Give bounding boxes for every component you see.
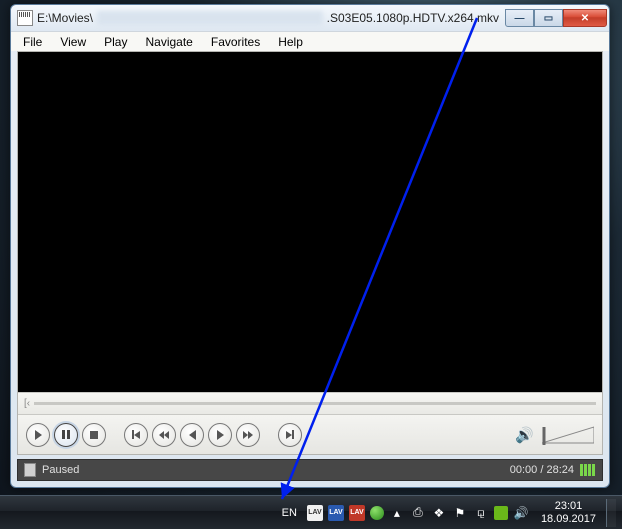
status-bar: Paused 00:00 / 28:24 bbox=[17, 459, 603, 481]
minimize-icon: — bbox=[515, 13, 525, 24]
close-button[interactable]: ✕ bbox=[563, 9, 607, 27]
media-player-window: E:\Movies\ .S03E05.1080p.HDTV.x264.mkv —… bbox=[10, 4, 610, 488]
lav-splitter-icon[interactable]: LAV bbox=[307, 505, 323, 521]
fast-forward-button[interactable] bbox=[236, 423, 260, 447]
stop-button[interactable] bbox=[82, 423, 106, 447]
menu-navigate[interactable]: Navigate bbox=[137, 33, 200, 51]
device-tray-icon[interactable]: ⎙ bbox=[410, 505, 426, 521]
menu-bar: File View Play Navigate Favorites Help bbox=[11, 31, 609, 51]
skip-back-icon bbox=[132, 430, 140, 439]
seek-track[interactable] bbox=[34, 402, 596, 405]
playback-state: Paused bbox=[42, 464, 79, 476]
clock-time: 23:01 bbox=[541, 500, 596, 513]
status-tray-icon[interactable] bbox=[370, 506, 384, 520]
client-area: [‹ 🔊 bbox=[17, 51, 603, 455]
system-tray: LAV LAV LAV ▴ ⎙ ❖ ⚑ ⚼ 🔊 bbox=[307, 505, 529, 521]
skip-forward-icon bbox=[286, 430, 294, 439]
taskbar-clock[interactable]: 23:01 18.09.2017 bbox=[541, 500, 596, 525]
speaker-icon[interactable]: 🔊 bbox=[515, 426, 534, 444]
fast-forward-icon bbox=[243, 431, 253, 439]
lav-audio-icon[interactable]: LAV bbox=[349, 505, 365, 521]
rewind-button[interactable] bbox=[152, 423, 176, 447]
language-indicator[interactable]: EN bbox=[278, 505, 301, 521]
skip-back-button[interactable] bbox=[124, 423, 148, 447]
pause-button[interactable] bbox=[54, 423, 78, 447]
sync-tray-icon[interactable]: ❖ bbox=[431, 505, 447, 521]
menu-play[interactable]: Play bbox=[96, 33, 135, 51]
menu-file[interactable]: File bbox=[15, 33, 50, 51]
volume-slider[interactable] bbox=[542, 423, 594, 447]
stop-icon bbox=[90, 431, 98, 439]
skip-forward-button[interactable] bbox=[278, 423, 302, 447]
volume-area: 🔊 bbox=[515, 423, 594, 447]
action-center-icon[interactable]: ⚑ bbox=[452, 505, 468, 521]
maximize-button[interactable]: ▭ bbox=[534, 9, 563, 27]
window-title-prefix: E:\Movies\ bbox=[37, 11, 93, 25]
close-icon: ✕ bbox=[581, 13, 589, 24]
menu-favorites[interactable]: Favorites bbox=[203, 33, 268, 51]
playback-controls: 🔊 bbox=[18, 414, 602, 454]
taskbar[interactable]: EN LAV LAV LAV ▴ ⎙ ❖ ⚑ ⚼ 🔊 23:01 18.09.2… bbox=[0, 495, 622, 529]
maximize-icon: ▭ bbox=[544, 13, 553, 24]
lav-video-icon[interactable]: LAV bbox=[328, 505, 344, 521]
window-title-redacted bbox=[97, 11, 323, 25]
window-controls: — ▭ ✕ bbox=[505, 9, 607, 27]
step-back-icon bbox=[189, 430, 196, 440]
tray-chevron-icon[interactable]: ▴ bbox=[389, 505, 405, 521]
network-tray-icon[interactable]: ⚼ bbox=[473, 505, 489, 521]
step-forward-button[interactable] bbox=[208, 423, 232, 447]
rewind-icon bbox=[159, 431, 169, 439]
app-icon bbox=[17, 10, 33, 26]
clock-date: 18.09.2017 bbox=[541, 513, 596, 526]
play-icon bbox=[35, 430, 42, 440]
nvidia-tray-icon[interactable] bbox=[494, 506, 508, 520]
seek-start-marker: [‹ bbox=[24, 398, 30, 409]
file-icon bbox=[24, 463, 36, 477]
volume-tray-icon[interactable]: 🔊 bbox=[513, 505, 529, 521]
time-display: 00:00 / 28:24 bbox=[510, 464, 574, 476]
step-back-button[interactable] bbox=[180, 423, 204, 447]
show-desktop-button[interactable] bbox=[606, 499, 616, 527]
play-button[interactable] bbox=[26, 423, 50, 447]
video-area[interactable] bbox=[18, 52, 602, 392]
menu-view[interactable]: View bbox=[52, 33, 94, 51]
pause-icon bbox=[62, 430, 70, 439]
seek-bar[interactable]: [‹ bbox=[18, 392, 602, 414]
window-title-suffix: .S03E05.1080p.HDTV.x264.mkv bbox=[327, 11, 499, 25]
minimize-button[interactable]: — bbox=[505, 9, 534, 27]
menu-help[interactable]: Help bbox=[270, 33, 311, 51]
step-forward-icon bbox=[217, 430, 224, 440]
expand-icon[interactable] bbox=[580, 464, 596, 476]
titlebar[interactable]: E:\Movies\ .S03E05.1080p.HDTV.x264.mkv —… bbox=[11, 5, 609, 31]
